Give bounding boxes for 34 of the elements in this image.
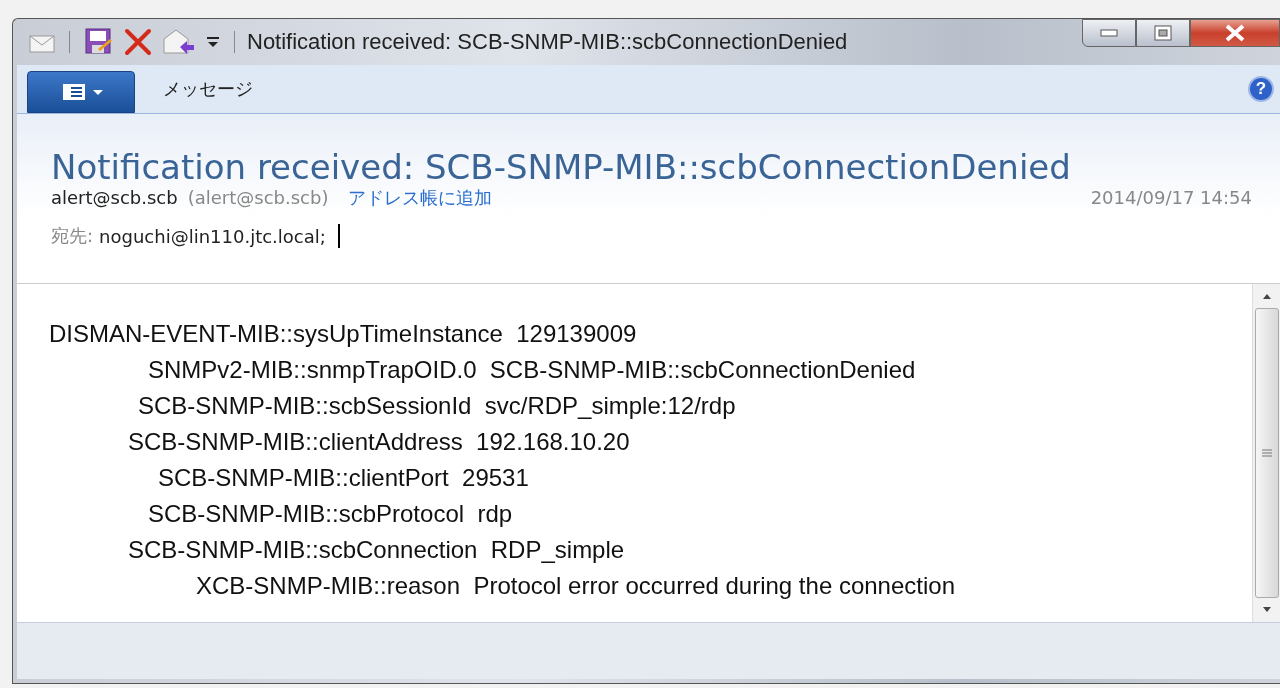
grip-icon bbox=[1260, 448, 1273, 458]
body-text-line: SCB-SNMP-MIB::clientAddress 192.168.10.20 bbox=[128, 428, 630, 455]
minimize-button[interactable] bbox=[1082, 19, 1136, 47]
body-text-line: SCB-SNMP-MIB::scbProtocol rdp bbox=[148, 500, 513, 527]
body-text-line: SNMPv2-MIB::snmpTrapOID.0 SCB-SNMP-MIB::scbConnectionDenied bbox=[148, 356, 916, 383]
sender-name: alert@scb.scb bbox=[51, 187, 178, 208]
body-text-line: DISMAN-EVENT-MIB::sysUpTimeInstance 129139009 bbox=[49, 320, 637, 347]
maximize-button[interactable] bbox=[1136, 19, 1190, 47]
to-label: 宛先: bbox=[51, 224, 94, 248]
body-text-line: SCB-SNMP-MIB::scbConnection RDP_simple bbox=[128, 536, 625, 563]
message-date: 2014/09/17 14:54 bbox=[1090, 187, 1252, 208]
text-cursor bbox=[337, 224, 340, 248]
window-title: Notification received: SCB-SNMP-MIB::scbConnectionDenied bbox=[247, 29, 848, 55]
body-text-line: SCB-SNMP-MIB::scbSessionId svc/RDP_simple:12/rdp bbox=[138, 392, 736, 419]
body-text-line: SCB-SNMP-MIB::clientPort 29531 bbox=[158, 464, 529, 491]
scrollbar[interactable] bbox=[1252, 284, 1280, 622]
help-button[interactable]: ? bbox=[1248, 76, 1274, 102]
dropdown-icon[interactable] bbox=[206, 35, 220, 49]
recipient-address: noguchi@lin110.jtc.local; bbox=[99, 225, 326, 247]
save-icon[interactable] bbox=[84, 27, 114, 57]
delete-icon[interactable] bbox=[124, 28, 152, 56]
add-contact-link[interactable]: アドレス帳に追加 bbox=[348, 186, 493, 210]
scroll-up-icon[interactable] bbox=[1260, 292, 1273, 300]
reply-icon[interactable] bbox=[162, 27, 196, 57]
sender-address: (alert@scb.scb) bbox=[187, 187, 329, 208]
close-button[interactable] bbox=[1190, 19, 1280, 47]
ribbon-tab[interactable]: メッセージ bbox=[163, 77, 253, 101]
scroll-down-icon[interactable] bbox=[1260, 606, 1273, 614]
file-menu-button[interactable] bbox=[27, 71, 135, 113]
message-subject: Notification received: SCB-SNMP-MIB::scbConnectionDenied bbox=[51, 146, 1072, 188]
body-text-line: XCB-SNMP-MIB::reason Protocol error occurred during the connection bbox=[196, 572, 955, 599]
close-icon bbox=[1224, 24, 1246, 42]
maximize-icon bbox=[1154, 25, 1172, 41]
minimize-icon bbox=[1100, 29, 1118, 37]
